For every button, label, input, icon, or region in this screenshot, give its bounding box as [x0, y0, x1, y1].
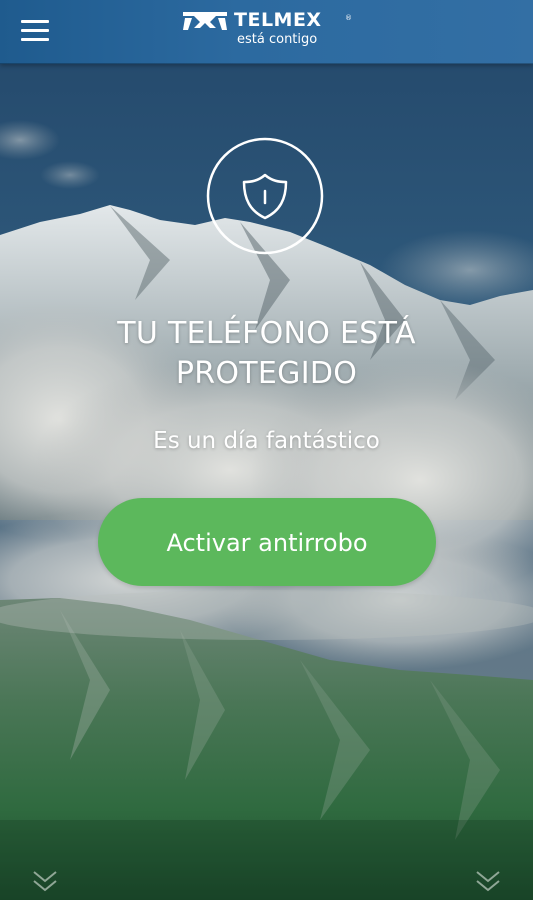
app-screen: TELMEX ® está contigo TU TELÉFONO ESTÁ P…	[0, 0, 533, 900]
brand-logo-lockup: TELMEX ® está contigo	[182, 8, 352, 52]
telmex-logo-icon	[183, 12, 227, 30]
app-bar: TELMEX ® está contigo	[0, 0, 533, 64]
double-chevron-down-icon[interactable]	[474, 868, 502, 894]
registered-mark: ®	[345, 14, 352, 22]
brand-name: TELMEX	[234, 9, 322, 31]
double-chevron-down-icon[interactable]	[31, 868, 59, 894]
hamburger-menu-icon-bar	[21, 28, 49, 32]
hamburger-menu-button[interactable]	[12, 10, 58, 50]
brand-tagline: está contigo	[237, 32, 318, 47]
protection-status-title: TU TELÉFONO ESTÁ PROTEGIDO	[117, 316, 416, 391]
hamburger-menu-icon	[21, 19, 49, 23]
hamburger-menu-icon-bar	[21, 37, 49, 41]
activate-antitheft-button[interactable]: Activar antirrobo	[98, 498, 436, 586]
greeting-text: Es un día fantástico	[153, 428, 380, 454]
shield-icon	[206, 137, 324, 255]
